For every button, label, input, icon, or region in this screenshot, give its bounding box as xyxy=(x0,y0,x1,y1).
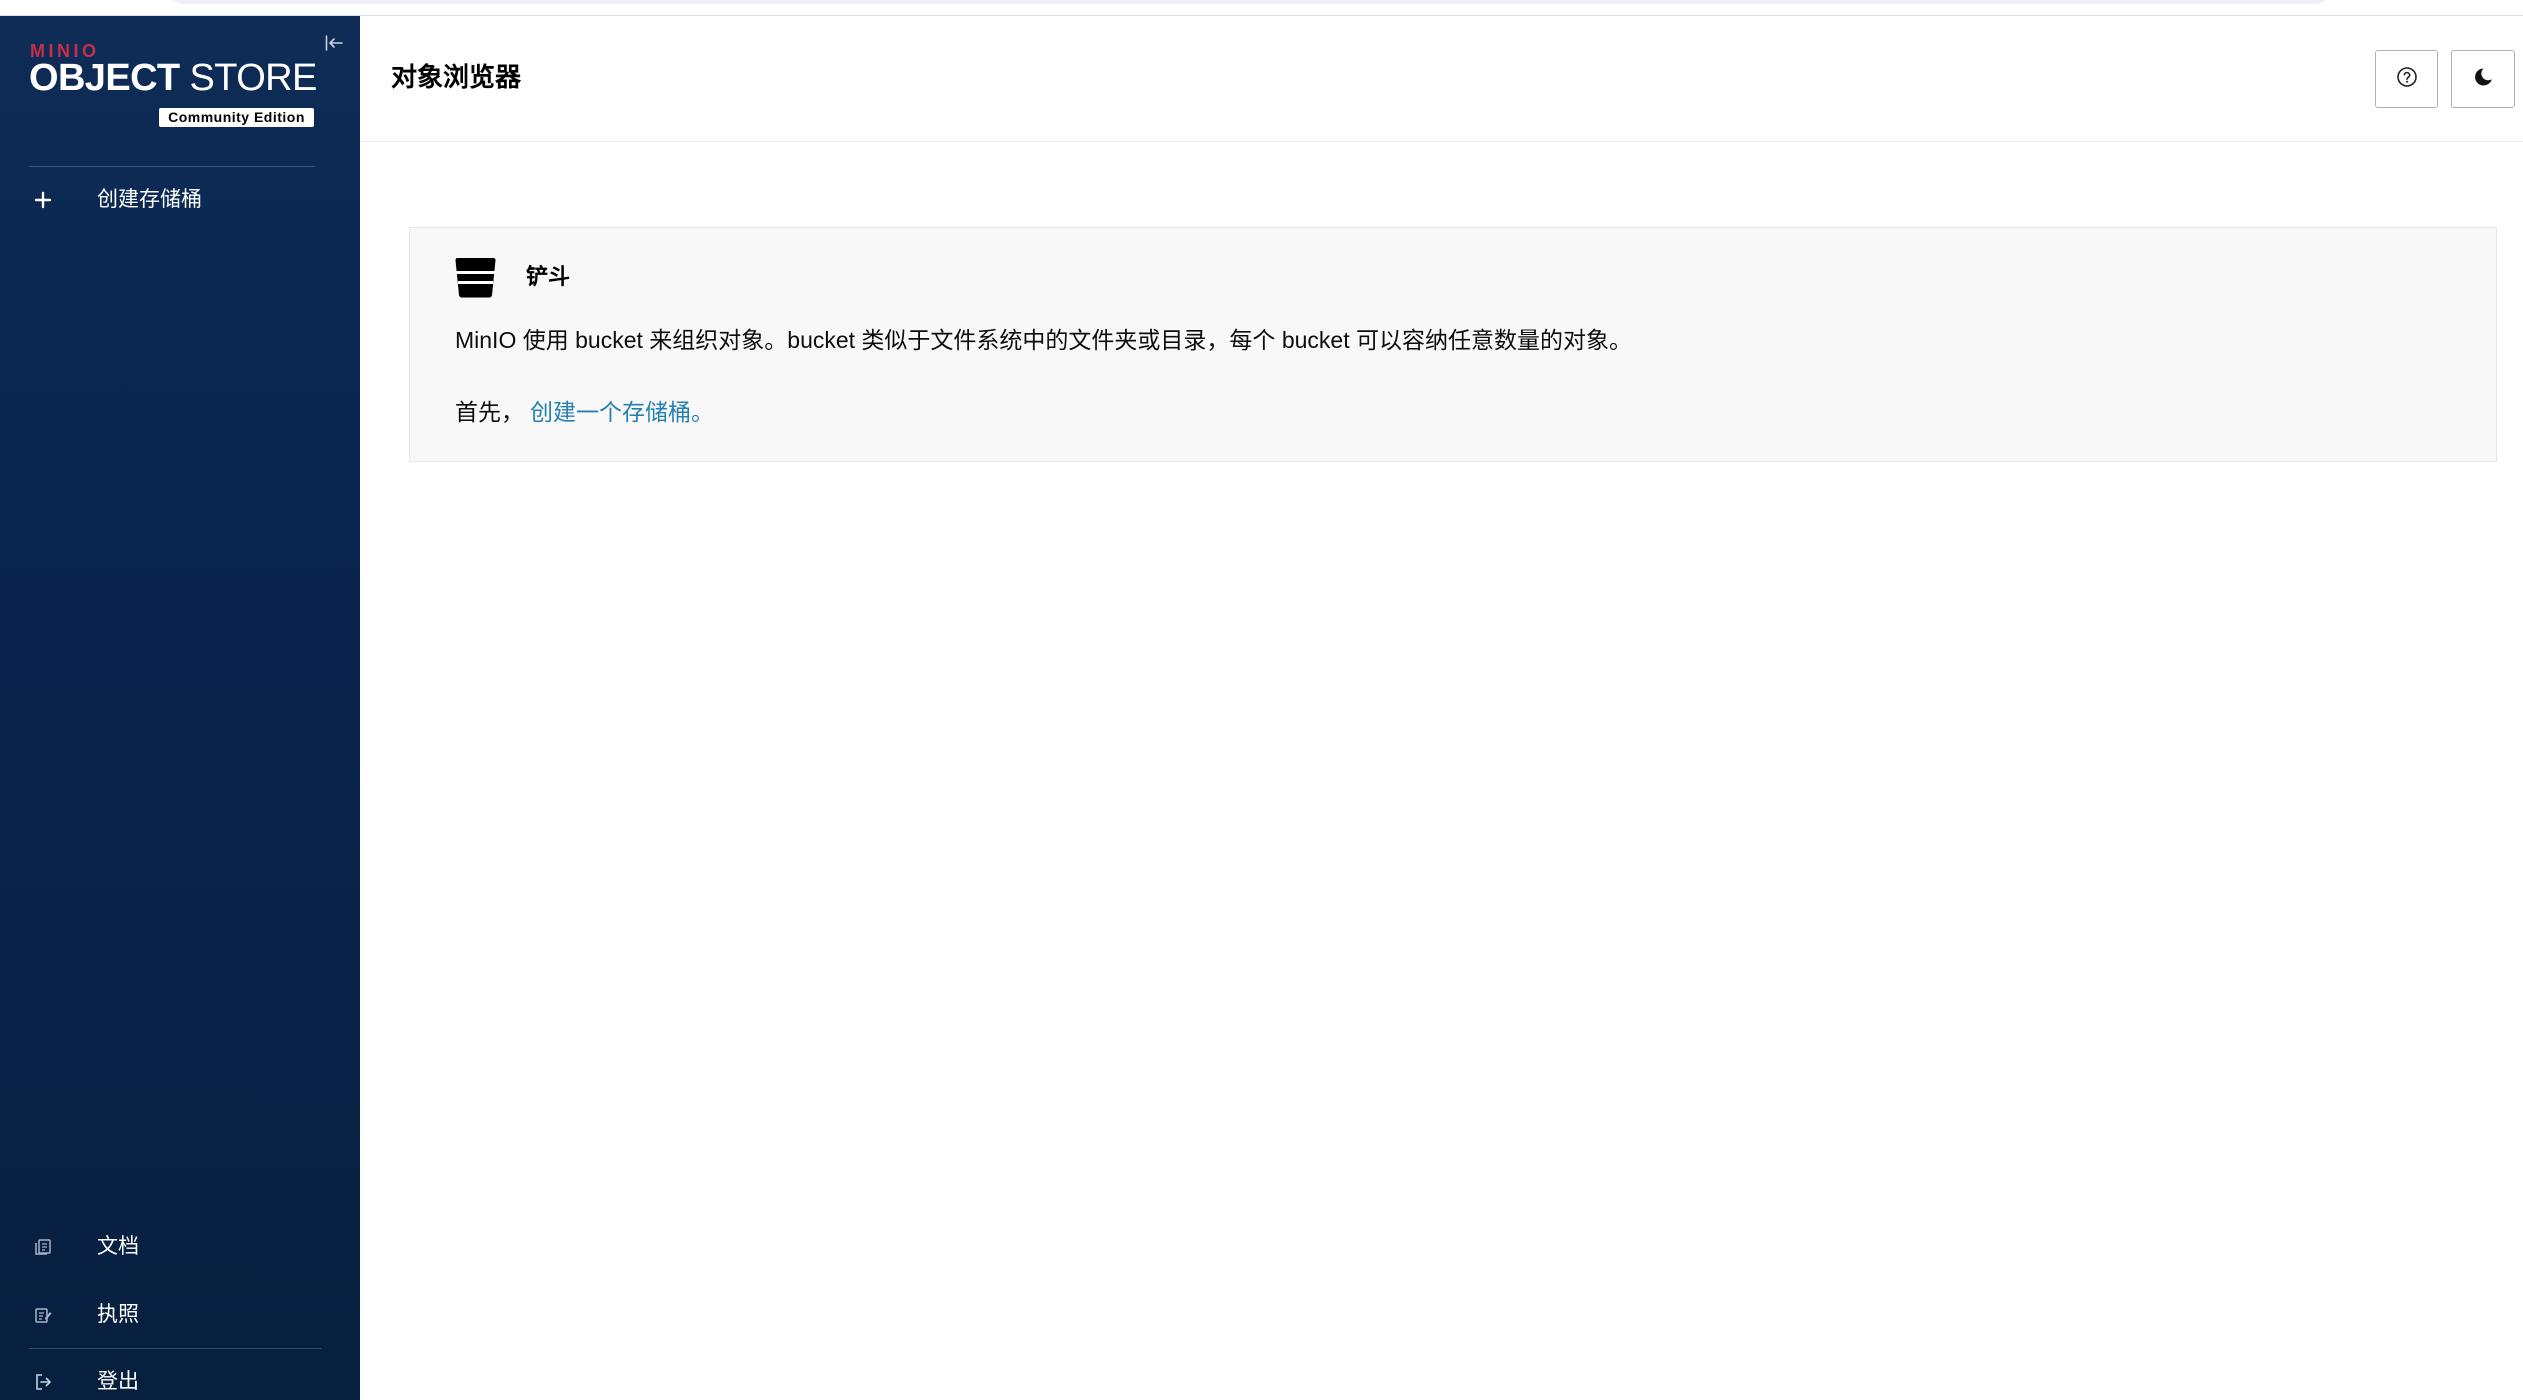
logout-icon xyxy=(34,1373,52,1391)
browser-top-strip xyxy=(0,0,2523,16)
sidebar-item-documentation[interactable]: 文档 xyxy=(0,1227,360,1267)
theme-toggle-button[interactable] xyxy=(2451,50,2515,108)
empty-state-prompt: 首先， xyxy=(455,399,524,425)
logo-product-light: STORE xyxy=(189,57,318,99)
collapse-sidebar-button[interactable] xyxy=(322,33,346,57)
page-header: 对象浏览器 xyxy=(360,16,2523,142)
empty-state-prompt-line: 首先， 创建一个存储桶。 xyxy=(455,397,714,427)
create-bucket-link[interactable]: 创建一个存储桶。 xyxy=(530,399,714,425)
create-bucket-button[interactable]: 创建存储桶 xyxy=(0,180,360,220)
logo-product-name: OBJECT STORE xyxy=(29,56,317,100)
sidebar-item-label: 文档 xyxy=(97,1235,139,1258)
collapse-sidebar-icon xyxy=(325,34,343,56)
documentation-icon xyxy=(34,1238,52,1256)
browser-address-bar xyxy=(169,0,2330,4)
license-icon xyxy=(34,1306,52,1324)
help-circle-icon xyxy=(2396,66,2418,93)
edition-badge: Community Edition xyxy=(159,108,314,127)
help-button[interactable] xyxy=(2375,50,2438,108)
sidebar-item-label: 执照 xyxy=(97,1303,139,1326)
moon-icon xyxy=(2472,66,2494,93)
sidebar-item-label: 登出 xyxy=(97,1370,139,1393)
bucket-icon xyxy=(455,257,496,298)
empty-state-description: MinIO 使用 bucket 来组织对象。bucket 类似于文件系统中的文件… xyxy=(455,327,1632,353)
page-title: 对象浏览器 xyxy=(391,62,522,92)
sidebar-divider xyxy=(29,166,315,167)
plus-icon xyxy=(34,191,52,209)
sidebar-item-logout[interactable]: 登出 xyxy=(0,1362,360,1400)
sidebar-item-license[interactable]: 执照 xyxy=(0,1295,360,1335)
empty-state-card: 铲斗 MinIO 使用 bucket 来组织对象。bucket 类似于文件系统中… xyxy=(409,227,2497,462)
create-bucket-label: 创建存储桶 xyxy=(97,188,202,211)
logo-product-bold: OBJECT xyxy=(29,57,180,99)
sidebar-divider xyxy=(29,1348,322,1349)
empty-state-title: 铲斗 xyxy=(526,264,571,289)
sidebar: MINIO OBJECT STORE Community Edition 创建存储… xyxy=(0,16,360,1400)
